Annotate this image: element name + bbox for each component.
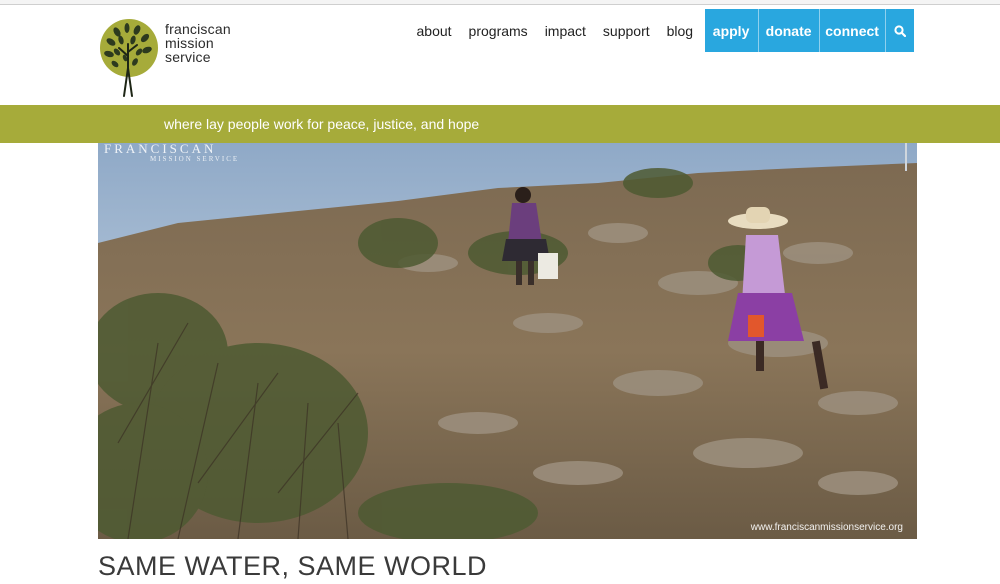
- site-tagline: where lay people work for peace, justice…: [164, 116, 480, 132]
- page-headline: SAME WATER, SAME WORLD: [98, 551, 488, 581]
- donate-button[interactable]: donate: [757, 9, 819, 52]
- search-icon: [893, 24, 906, 37]
- site-logo[interactable]: franciscan mission service: [99, 18, 259, 100]
- apply-button[interactable]: apply: [704, 9, 758, 52]
- nav-programs[interactable]: programs: [460, 9, 536, 52]
- photo-watermark-url: www.franciscanmissionservice.org: [750, 522, 903, 533]
- connect-button[interactable]: connect: [818, 9, 885, 52]
- search-button[interactable]: [884, 9, 914, 52]
- nav-blog[interactable]: blog: [658, 9, 701, 52]
- tagline-bar: where lay people work for peace, justice…: [0, 105, 1000, 143]
- browser-edge: [0, 0, 1000, 5]
- nav-about[interactable]: about: [408, 9, 460, 52]
- photo-watermark-subtitle: MISSION SERVICE: [150, 155, 240, 163]
- hillside-photo-image: [98, 143, 917, 539]
- logo-line-2: mission: [165, 35, 214, 51]
- logo-line-3: service: [165, 49, 211, 65]
- hero-photo: FRANCISCAN MISSION SERVICE www.francisca…: [98, 143, 917, 539]
- nav-impact[interactable]: impact: [536, 9, 594, 52]
- logo-wordmark: franciscan mission service: [165, 22, 231, 64]
- nav-support[interactable]: support: [594, 9, 658, 52]
- main-nav: about programs impact support blog apply…: [408, 9, 914, 52]
- tree-logo-icon: [100, 19, 158, 97]
- logo-line-1: franciscan: [165, 21, 231, 37]
